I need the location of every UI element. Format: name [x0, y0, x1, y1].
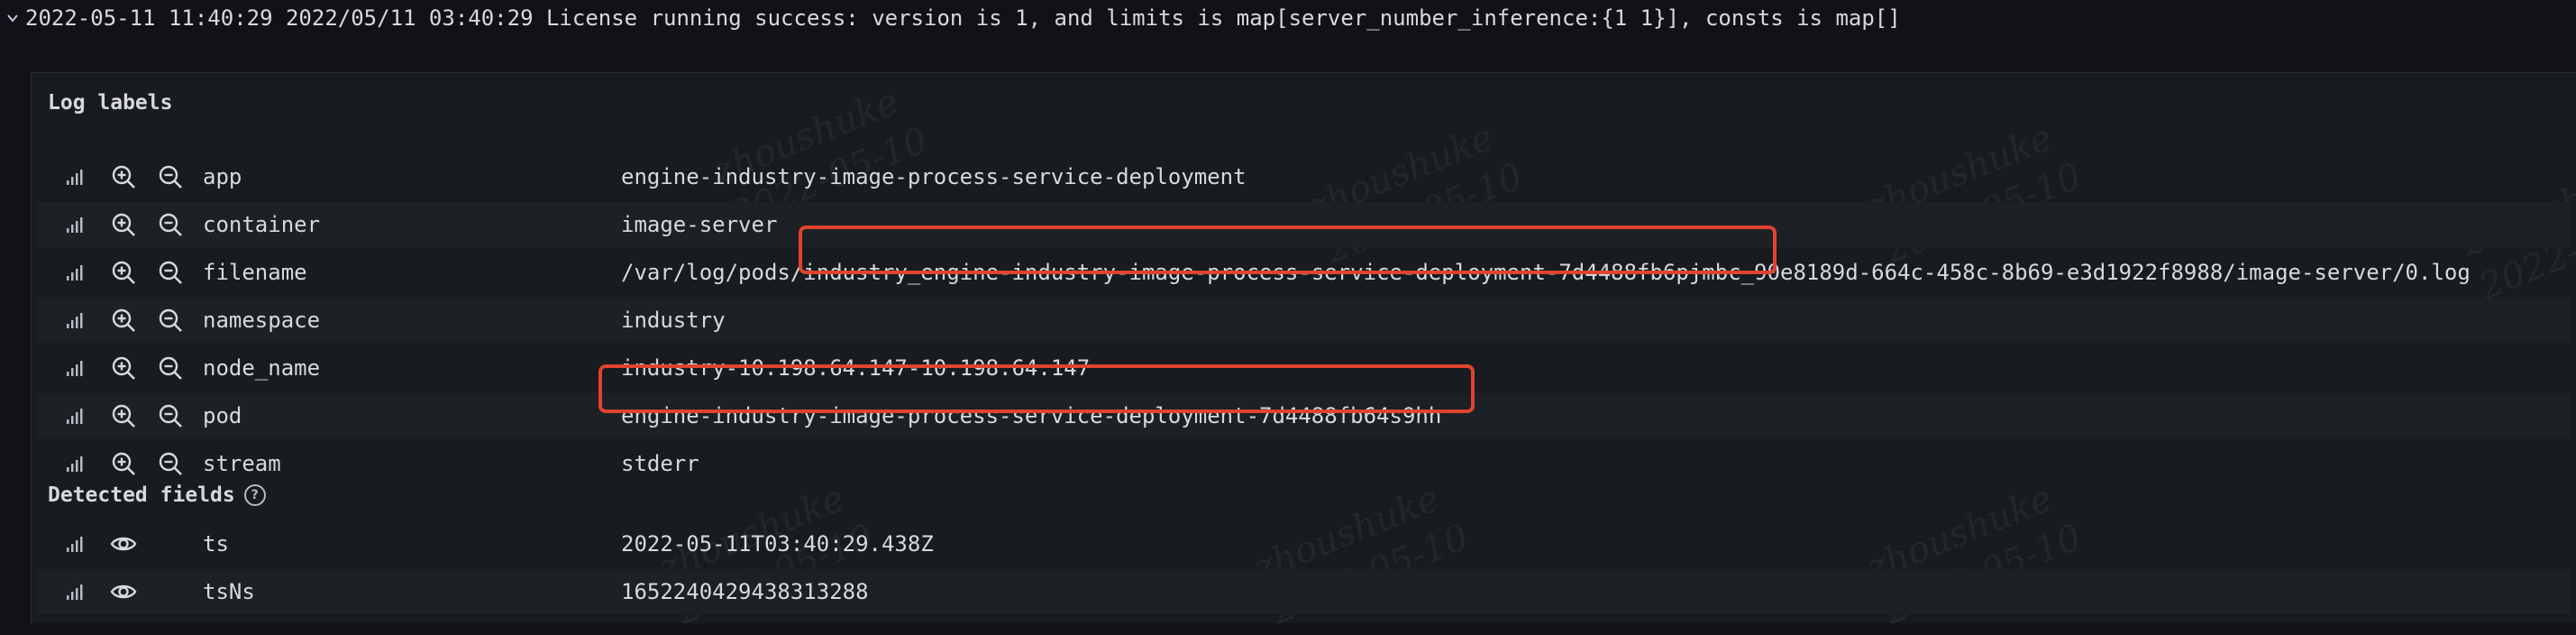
bar-chart-icon[interactable]: [60, 577, 89, 606]
label-key: app: [203, 164, 242, 189]
label-value: /var/log/pods/industry_engine-industry-i…: [621, 260, 2471, 285]
bar-chart-icon[interactable]: [60, 449, 89, 478]
log-line[interactable]: 2022-05-11 11:40:29 2022/05/11 03:40:29 …: [0, 0, 1901, 36]
log-details-panel: zhoushuke 2022-05-10 zhoushuke 2022-05-1…: [31, 72, 2576, 633]
bar-chart-icon[interactable]: [60, 401, 89, 430]
zoom-in-icon[interactable]: [109, 449, 138, 478]
info-icon[interactable]: ?: [243, 484, 266, 506]
label-value: industry-10.198.64.147-10.198.64.147: [621, 355, 1091, 381]
label-value: industry: [621, 308, 726, 333]
eye-icon[interactable]: [109, 577, 138, 606]
zoom-in-icon[interactable]: [109, 162, 138, 191]
label-value: engine-industry-image-process-service-de…: [621, 164, 1247, 189]
zoom-out-icon[interactable]: [156, 162, 185, 191]
field-value: 1652240429438313288: [621, 579, 869, 604]
field-value: 2022-05-11T03:40:29.438Z: [621, 531, 934, 557]
field-key: ts: [203, 531, 229, 557]
bar-chart-icon[interactable]: [60, 210, 89, 239]
label-key: pod: [203, 403, 242, 428]
label-key: node_name: [203, 355, 321, 381]
label-row-namespace: namespace industry: [39, 298, 2570, 343]
zoom-out-icon[interactable]: [156, 210, 185, 239]
zoom-out-icon[interactable]: [156, 258, 185, 287]
zoom-out-icon[interactable]: [156, 401, 185, 430]
label-row-app: app engine-industry-image-process-servic…: [39, 154, 2570, 199]
label-value: stderr: [621, 451, 699, 476]
zoom-in-icon[interactable]: [109, 210, 138, 239]
label-value: image-server: [621, 212, 778, 237]
label-row-pod: pod engine-industry-image-process-servic…: [39, 393, 2570, 438]
label-key: filename: [203, 260, 307, 285]
zoom-in-icon[interactable]: [109, 306, 138, 335]
zoom-out-icon[interactable]: [156, 306, 185, 335]
bar-chart-icon[interactable]: [60, 162, 89, 191]
label-key: container: [203, 212, 321, 237]
filename-prefix: /var/log/pods/: [621, 260, 804, 285]
zoom-out-icon[interactable]: [156, 449, 185, 478]
bar-chart-icon[interactable]: [60, 306, 89, 335]
label-value: engine-industry-image-process-service-de…: [621, 403, 1442, 428]
field-row-ts: ts 2022-05-11T03:40:29.438Z: [39, 521, 2570, 566]
log-labels-title: Log labels: [48, 91, 173, 115]
field-row-tsns: tsNs 1652240429438313288: [39, 569, 2570, 614]
filename-highlighted-segment: industry_engine-industry-image-process-s…: [803, 260, 1755, 285]
label-row-container: container image-server: [39, 202, 2570, 247]
filename-suffix: 90e8189d-664c-458c-8b69-e3d1922f8988/ima…: [1754, 260, 2471, 285]
log-line-text: 2022-05-11 11:40:29 2022/05/11 03:40:29 …: [25, 5, 1901, 31]
label-row-stream: stream stderr: [39, 441, 2570, 486]
bar-chart-icon[interactable]: [60, 354, 89, 382]
bar-chart-icon[interactable]: [60, 258, 89, 287]
label-key: namespace: [203, 308, 321, 333]
label-row-filename: filename /var/log/pods/industry_engine-i…: [39, 250, 2570, 295]
zoom-out-icon[interactable]: [156, 354, 185, 382]
zoom-in-icon[interactable]: [109, 401, 138, 430]
field-key: tsNs: [203, 579, 255, 604]
detected-fields-title: Detected fields ?: [48, 483, 266, 507]
label-row-node-name: node_name industry-10.198.64.147-10.198.…: [39, 345, 2570, 391]
chevron-down-icon[interactable]: [0, 0, 25, 36]
zoom-in-icon[interactable]: [109, 258, 138, 287]
zoom-in-icon[interactable]: [109, 354, 138, 382]
eye-icon[interactable]: [109, 529, 138, 558]
label-key: stream: [203, 451, 281, 476]
bar-chart-icon[interactable]: [60, 529, 89, 558]
